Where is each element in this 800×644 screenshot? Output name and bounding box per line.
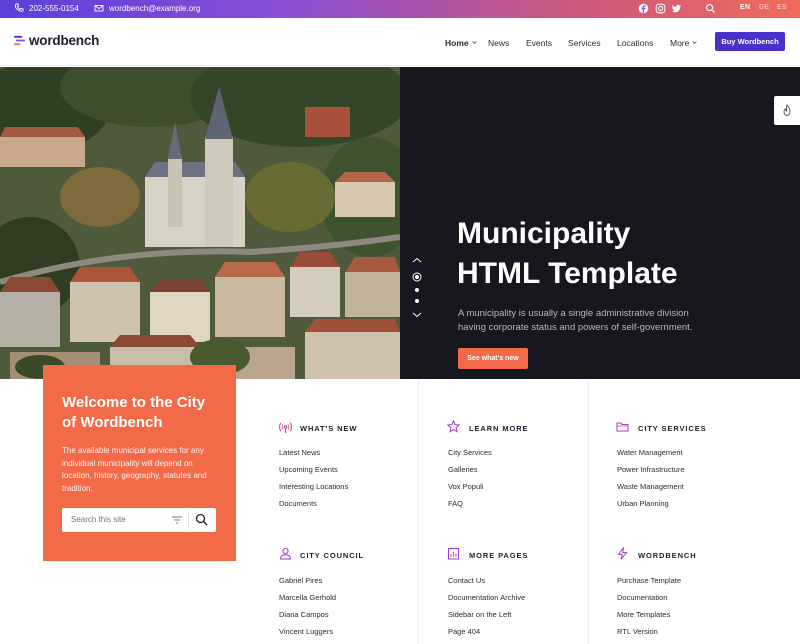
instagram-icon[interactable] — [655, 3, 666, 14]
slider-prev-arrow — [412, 257, 422, 263]
section-title-city-services: City services — [638, 424, 707, 433]
phone-icon — [14, 3, 24, 12]
column-divider — [418, 379, 419, 644]
link-galleries[interactable]: Galleries — [448, 465, 478, 474]
slider-pagination — [408, 257, 426, 324]
link-power-infrastructure[interactable]: Power Infrastructure — [617, 465, 685, 474]
main-header: wordbench Home News Events Services Loca… — [0, 18, 800, 66]
link-city-services[interactable]: City Services — [448, 448, 492, 457]
twitter-icon[interactable] — [671, 3, 682, 14]
language-en[interactable]: EN — [740, 4, 750, 11]
slider-dot-3 — [415, 299, 419, 303]
theme-toggle-tab[interactable] — [774, 96, 800, 125]
search-icon[interactable] — [705, 3, 716, 14]
top-bar: 202-555-0154 wordbench@example.org EN DE… — [0, 0, 800, 18]
nav-news[interactable]: News — [488, 38, 509, 48]
hero-title-line-1: Municipality — [457, 217, 631, 250]
link-rtl-version[interactable]: RTL Version — [617, 627, 658, 636]
link-vox-populi[interactable]: Vox Populi — [448, 482, 483, 491]
column-divider — [588, 379, 589, 644]
section-title-more-pages: More pages — [469, 551, 529, 560]
section-title-learn-more: Learn more — [469, 424, 529, 433]
link-urban-planning[interactable]: Urban Planning — [617, 499, 669, 508]
chart-document-icon — [448, 547, 459, 560]
link-documentation-archive[interactable]: Documentation Archive — [448, 593, 525, 602]
email-link[interactable]: wordbench@example.org — [94, 3, 200, 13]
link-documentation[interactable]: Documentation — [617, 593, 667, 602]
hero-title: Municipality HTML Template — [457, 214, 757, 294]
flame-icon — [783, 104, 791, 116]
facebook-icon[interactable] — [638, 3, 649, 14]
link-documents[interactable]: Documents — [279, 499, 317, 508]
search-divider — [188, 511, 189, 529]
link-waste-management[interactable]: Waste Management — [617, 482, 684, 491]
phone-number: 202-555-0154 — [29, 3, 79, 13]
email-address: wordbench@example.org — [109, 3, 201, 13]
section-title-whats-new: What's new — [300, 424, 358, 433]
welcome-title: Welcome to the City of Wordbench — [62, 394, 206, 431]
search-input[interactable] — [71, 515, 166, 524]
chevron-down-icon — [472, 41, 477, 44]
link-gabriel-pires[interactable]: Gabriel Pires — [279, 576, 322, 585]
nav-more[interactable]: More — [670, 38, 697, 48]
filter-icon[interactable] — [172, 516, 182, 524]
nav-home-label: Home — [445, 38, 469, 48]
mail-icon — [94, 5, 104, 12]
language-de[interactable]: DE — [759, 4, 769, 11]
nav-events[interactable]: Events — [526, 38, 552, 48]
star-icon — [447, 420, 460, 433]
link-marcella-gerhold[interactable]: Marcella Gerhold — [279, 593, 336, 602]
section-title-city-council: City council — [300, 551, 364, 560]
slider-dot-2 — [415, 288, 419, 292]
logo-text: wordbench — [29, 33, 100, 48]
welcome-card: Welcome to the City of Wordbench The ava… — [43, 365, 236, 561]
section-title-wordbench: Wordbench — [638, 551, 697, 560]
search-icon[interactable] — [195, 513, 208, 526]
welcome-text: The available municipal services for any… — [62, 446, 207, 493]
link-sidebar-on-the-left[interactable]: Sidebar on the Left — [448, 610, 511, 619]
see-whats-new-button[interactable]: See what's new — [458, 348, 528, 369]
buy-wordbench-button[interactable]: Buy Wordbench — [715, 32, 785, 51]
hero-title-line-2: HTML Template — [457, 257, 678, 290]
link-purchase-template[interactable]: Purchase Template — [617, 576, 681, 585]
logo-mark-icon — [14, 35, 25, 46]
nav-home[interactable]: Home — [445, 38, 477, 48]
folder-icon — [616, 422, 629, 432]
link-diana-campos[interactable]: Diana Campos — [279, 610, 329, 619]
phone-link[interactable]: 202-555-0154 — [14, 3, 79, 13]
language-es[interactable]: ES — [777, 4, 787, 11]
site-search — [62, 508, 216, 532]
hero-slider: Municipality HTML Template A municipalit… — [0, 67, 800, 379]
link-page-404[interactable]: Page 404 — [448, 627, 480, 636]
person-icon — [279, 547, 292, 560]
nav-more-label: More — [670, 38, 690, 48]
link-more-templates[interactable]: More Templates — [617, 610, 670, 619]
site-logo[interactable]: wordbench — [14, 33, 99, 48]
link-vincent-luggers[interactable]: Vincent Luggers — [279, 627, 333, 636]
chevron-down-icon — [692, 41, 697, 44]
slider-next-arrow — [412, 312, 422, 318]
hero-subtitle: A municipality is usually a single admin… — [458, 308, 693, 333]
nav-services[interactable]: Services — [568, 38, 601, 48]
link-interesting-locations[interactable]: Interesting Locations — [279, 482, 348, 491]
link-upcoming-events[interactable]: Upcoming Events — [279, 465, 338, 474]
bolt-icon — [617, 547, 628, 560]
link-contact-us[interactable]: Contact Us — [448, 576, 485, 585]
nav-locations[interactable]: Locations — [617, 38, 653, 48]
link-latest-news[interactable]: Latest News — [279, 448, 320, 457]
broadcast-icon — [279, 422, 292, 433]
link-water-management[interactable]: Water Management — [617, 448, 683, 457]
link-faq[interactable]: FAQ — [448, 499, 463, 508]
hero-town-photo — [0, 67, 400, 379]
